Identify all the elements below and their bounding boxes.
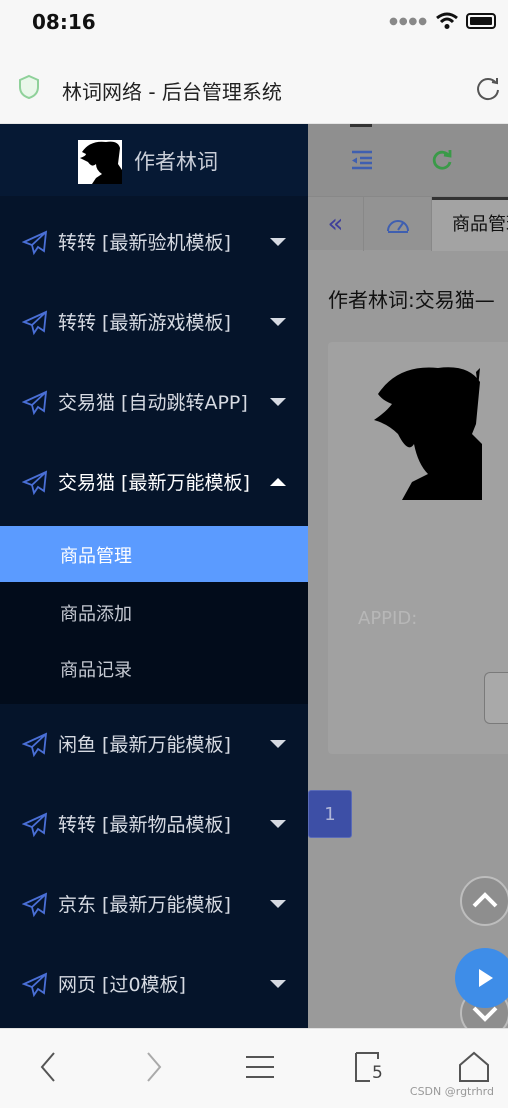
submenu-item-label: 商品添加 [60,604,132,625]
home-icon[interactable] [454,1047,494,1087]
status-time: 08:16 [32,10,96,34]
play-icon [479,969,493,987]
tabs-bar: « 商品管理 [308,196,508,251]
status-icons: ●●●● [389,12,496,30]
forward-icon[interactable] [134,1047,174,1087]
sidebar-item-label: 网页 [过0模板] [58,974,186,996]
wifi-icon [436,12,458,29]
caret-down-icon [270,820,286,828]
sidebar-item-zhuanzhuan-inspection[interactable]: 转转 [最新验机模板] [0,202,308,282]
indent-icon[interactable] [350,148,374,172]
menu-icon[interactable] [240,1047,280,1087]
tab-dashboard[interactable] [364,197,432,251]
content-heading: 作者林词:交易猫— [328,288,495,312]
play-button[interactable] [455,948,508,1008]
app-area: « 商品管理 作者林词:交易猫— APPID: 1 [0,124,508,1028]
paper-plane-icon [22,732,48,758]
sidebar-item-zhuanzhuan-game[interactable]: 转转 [最新游戏模板] [0,282,308,362]
sidebar-author: 作者林词 [134,150,218,174]
paper-plane-icon [22,812,48,838]
paper-plane-icon [22,470,48,496]
sidebar-item-label: 转转 [最新验机模板] [58,232,231,254]
submenu-item-label: 商品记录 [60,660,132,681]
tab-product-management[interactable]: 商品管理 [432,197,508,251]
sidebar-item-webpage[interactable]: 网页 [过0模板] [0,944,308,1024]
browser-toolbar: 5 CSDN @rgtrhrd [0,1028,508,1108]
sidebar-item-jingdong-universal[interactable]: 京东 [最新万能模板] [0,864,308,944]
content-toolbar [308,124,508,196]
caret-down-icon [270,740,286,748]
paper-plane-icon [22,972,48,998]
status-bar: 08:16 ●●●● [0,0,508,50]
back-icon[interactable] [28,1047,68,1087]
reload-icon[interactable] [474,74,502,102]
scroll-up-button[interactable] [460,876,508,926]
sidebar-item-label: 交易猫 [最新万能模板] [58,472,250,494]
avatar-image [374,367,482,500]
submenu-item-product-management[interactable]: 商品管理 [0,526,308,582]
watermark-text: CSDN @rgtrhrd [409,1085,494,1098]
submenu: 商品管理 商品添加 商品记录 [0,526,308,704]
refresh-icon[interactable] [430,148,454,172]
tabs-button[interactable]: 5 [350,1047,390,1087]
sidebar-item-label: 转转 [最新物品模板] [58,814,231,836]
product-card: APPID: [328,342,508,754]
caret-down-icon [270,900,286,908]
paper-plane-icon [22,892,48,918]
caret-down-icon [270,238,286,246]
dashboard-icon [386,220,409,233]
submenu-item-label: 商品管理 [60,546,132,567]
sidebar: 作者林词 转转 [最新验机模板] 转转 [最新游戏模板] 交易猫 [自动跳转AP… [0,124,308,1028]
sidebar-header: 作者林词 [0,124,308,196]
caret-up-icon [270,478,286,486]
sidebar-item-jiaoyimao-universal[interactable]: 交易猫 [最新万能模板] [0,442,308,522]
address-bar[interactable]: 林词网络 - 后台管理系统 [0,50,508,124]
toolbar-indicator [350,124,372,127]
shield-icon [19,74,39,100]
page-title: 林词网络 - 后台管理系统 [62,80,282,104]
paper-plane-icon [22,310,48,336]
sidebar-item-xianyu-universal[interactable]: 闲鱼 [最新万能模板] [0,704,308,784]
appid-input[interactable] [484,672,508,724]
tab-prev-button[interactable]: « [308,197,364,251]
tab-count: 5 [372,1063,383,1083]
paper-plane-icon [22,230,48,256]
submenu-item-product-records[interactable]: 商品记录 [0,640,308,696]
sidebar-item-label: 转转 [最新游戏模板] [58,312,231,334]
paper-plane-icon [22,390,48,416]
appid-label: APPID: [358,608,418,629]
caret-down-icon [270,318,286,326]
signal-icon: ●●●● [389,15,428,27]
tabs-icon [355,1052,379,1082]
sidebar-item-label: 交易猫 [自动跳转APP] [58,392,248,414]
submenu-item-product-add[interactable]: 商品添加 [0,584,308,640]
battery-icon [466,13,496,29]
caret-down-icon [270,980,286,988]
sidebar-item-label: 京东 [最新万能模板] [58,894,231,916]
sidebar-item-jiaoyimao-app[interactable]: 交易猫 [自动跳转APP] [0,362,308,442]
avatar [78,140,122,184]
sidebar-item-zhuanzhuan-goods[interactable]: 转转 [最新物品模板] [0,784,308,864]
avatar-silhouette-icon [80,141,122,184]
pagination-page-1[interactable]: 1 [308,790,352,838]
caret-down-icon [270,398,286,406]
sidebar-item-label: 闲鱼 [最新万能模板] [58,734,231,756]
chevron-up-icon [472,892,498,908]
